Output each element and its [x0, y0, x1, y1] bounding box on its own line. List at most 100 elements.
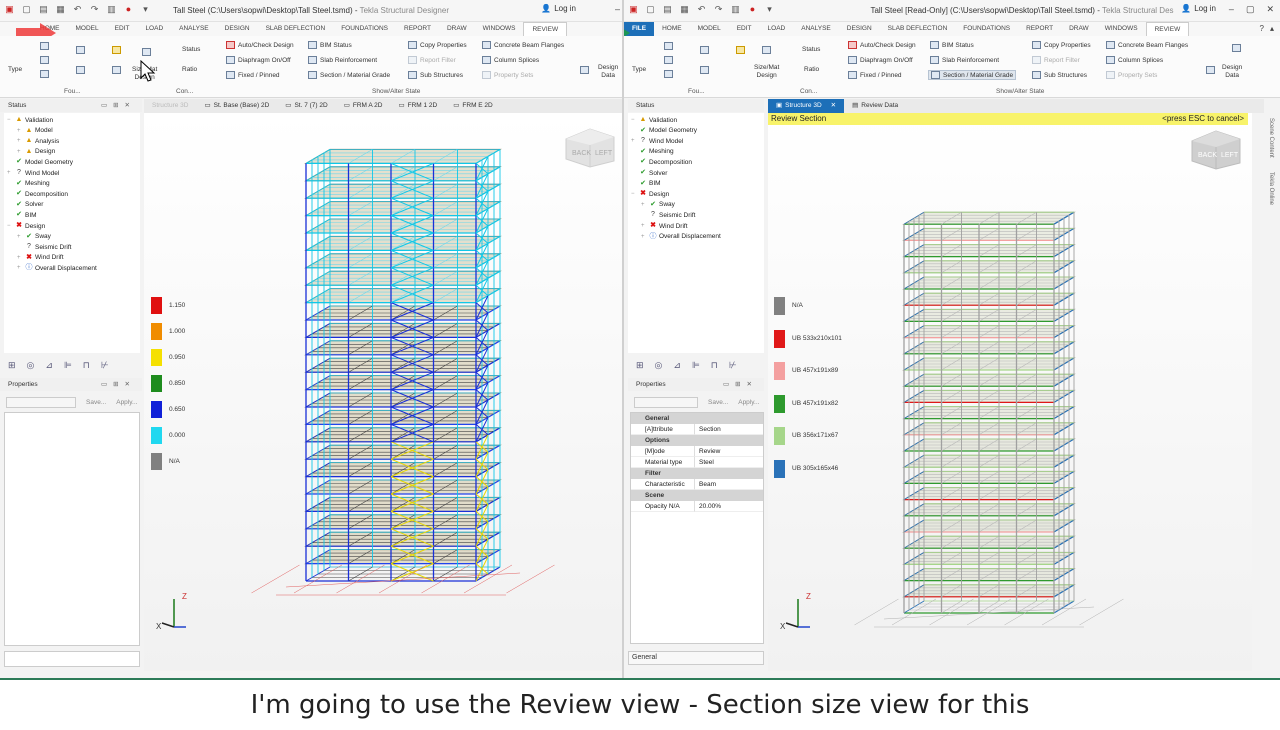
tab-load[interactable]: LOAD [137, 22, 171, 36]
grid-line[interactable] [251, 564, 300, 594]
prop-row-mode[interactable]: [M]ode Review [631, 446, 763, 457]
prop-section-general[interactable]: General [631, 413, 763, 424]
prop-value[interactable]: Review [695, 446, 763, 457]
maximize-icon[interactable]: ▢ [1246, 4, 1255, 15]
bars-icon[interactable] [736, 46, 745, 54]
column-splices-button[interactable]: Column Splices [482, 56, 539, 64]
prop-row-material-type[interactable]: Material type Steel [631, 457, 763, 468]
minimize-icon[interactable]: – [1229, 4, 1234, 15]
tree-node-wind-drift[interactable]: + ✖ Wind Drift [641, 221, 688, 231]
type-button[interactable]: Type [632, 66, 646, 73]
tab-analyse[interactable]: ANALYSE [171, 22, 217, 36]
tab-windows[interactable]: WINDOWS [1097, 22, 1146, 36]
tree-node-solver[interactable]: ✔ Solver [7, 200, 43, 210]
design-data-top-icon[interactable] [1232, 44, 1241, 52]
tree-node-model[interactable]: + ▲ Model [17, 126, 53, 136]
grid-line[interactable] [1004, 598, 1049, 626]
tab-review[interactable]: REVIEW [523, 21, 568, 37]
panel-controls-icon[interactable]: ▭⊞✕ [101, 99, 136, 112]
design-data-button[interactable]: Design Data [598, 64, 618, 80]
tool-icon-4[interactable]: ⊫ [64, 360, 72, 371]
design-data-button[interactable]: Design Data [1222, 64, 1242, 80]
prop-value[interactable]: Steel [695, 457, 763, 468]
design-data-icon[interactable] [1206, 66, 1215, 74]
tab-foundations[interactable]: FOUNDATIONS [333, 22, 396, 36]
tree-node-wind-model[interactable]: +? Wind Model [631, 136, 683, 146]
tree-node-meshing[interactable]: ✔ Meshing [631, 147, 674, 157]
tab-frm-e-2d[interactable]: ▭ FRM E 2D [445, 99, 501, 113]
expand-icon[interactable]: + [7, 170, 13, 176]
grid-line[interactable] [1079, 598, 1124, 626]
type-icon[interactable] [40, 42, 49, 50]
slab-reinforcement-button[interactable]: Slab Reinforcement [930, 56, 999, 64]
expand-icon[interactable]: + [17, 255, 23, 261]
expand-icon[interactable]: + [17, 234, 23, 240]
navigation-cube[interactable]: BACK LEFT [562, 125, 616, 169]
tool-icon-5[interactable]: ⊓ [711, 360, 718, 371]
navcube-left-face[interactable]: LEFT [1221, 152, 1239, 159]
navcube-left-face[interactable]: LEFT [595, 150, 613, 157]
column-splices-button[interactable]: Column Splices [1106, 56, 1163, 64]
sizemat-icon[interactable] [142, 48, 151, 56]
tree-node-wind-drift[interactable]: + ✖ Wind Drift [17, 253, 64, 263]
tool-icon-6[interactable]: ⊬ [729, 360, 737, 371]
save-button[interactable]: Save... [708, 399, 728, 406]
tab-draw[interactable]: DRAW [439, 22, 475, 36]
fixed-pinned-button[interactable]: Fixed / Pinned [848, 71, 902, 79]
tekla-online-tab[interactable]: Tekla Online [1268, 172, 1274, 205]
tree-node-design[interactable]: − ✖ Design [7, 221, 45, 231]
tree-node-overall-displacement[interactable]: + ⓘ Overall Displacement [17, 263, 97, 273]
tab-home[interactable]: HOME [654, 22, 690, 36]
prop-row-opacity[interactable]: Opacity N/A 20.00% [631, 501, 763, 512]
tree-node-validation[interactable]: − ▲ Validation [631, 115, 677, 125]
section-material-grade-button[interactable]: Section / Material Grade [308, 71, 390, 79]
login-button[interactable]: 👤 Log in [541, 4, 576, 13]
expand-icon[interactable]: − [7, 117, 13, 123]
tree-node-analysis[interactable]: + ▲ Analysis [17, 136, 59, 146]
type-icon[interactable] [664, 42, 673, 50]
properties-dropdown[interactable] [634, 396, 698, 408]
navcube-back-face[interactable]: BACK [1198, 152, 1217, 159]
login-button[interactable]: 👤 Log in [1181, 4, 1216, 13]
status-button[interactable]: Status [802, 46, 820, 53]
scene-content-tab[interactable]: Scene Content [1268, 118, 1274, 158]
expand-icon[interactable]: + [641, 223, 647, 229]
tab-load[interactable]: LOAD [760, 22, 794, 36]
tab-report[interactable]: REPORT [1018, 22, 1061, 36]
expand-icon[interactable]: − [631, 117, 637, 123]
tree-node-validation[interactable]: − ▲ Validation [7, 115, 53, 125]
bim-status-button[interactable]: BIM Status [930, 41, 974, 49]
building-model[interactable] [768, 113, 1252, 671]
prop-value[interactable]: Beam [695, 479, 763, 490]
tab-st-7-2d[interactable]: ▭ St. 7 (7) 2D [277, 99, 335, 113]
expand-icon[interactable]: + [17, 138, 23, 144]
grid-line[interactable] [336, 564, 385, 594]
expand-icon[interactable]: + [641, 234, 647, 240]
expand-icon[interactable]: + [17, 265, 23, 271]
property-sets-button[interactable]: Property Sets [1106, 71, 1157, 79]
tree-node-seismic-drift[interactable]: ? Seismic Drift [17, 242, 71, 252]
expand-icon[interactable]: + [17, 128, 23, 134]
fixed-pinned-button[interactable]: Fixed / Pinned [226, 71, 280, 79]
tree-node-wind-model[interactable]: +? Wind Model [7, 168, 59, 178]
tab-review-data[interactable]: ▤ Review Data [844, 99, 906, 113]
prop-section-options[interactable]: Options [631, 435, 763, 446]
prop-section-filter[interactable]: Filter [631, 468, 763, 479]
sub-structures-button[interactable]: Sub Structures [1032, 71, 1087, 79]
grid-line[interactable] [506, 564, 555, 594]
tab-foundations[interactable]: FOUNDATIONS [955, 22, 1018, 36]
help-icon[interactable]: ? [1260, 24, 1264, 33]
foundation-icon[interactable] [76, 46, 85, 54]
save-button[interactable]: Save... [86, 399, 106, 406]
status-button[interactable]: Status [182, 46, 200, 53]
copy-properties-button[interactable]: Copy Properties [1032, 41, 1091, 49]
tool-icon-1[interactable]: ⊞ [636, 360, 644, 371]
expand-icon[interactable]: + [641, 202, 647, 208]
foundation-view-icon[interactable] [700, 66, 709, 74]
panel-controls-icon[interactable]: ▭⊞✕ [101, 378, 136, 391]
navigation-cube[interactable]: BACK LEFT [1188, 127, 1242, 171]
filter-icon[interactable] [664, 56, 673, 64]
prop-section-scene[interactable]: Scene [631, 490, 763, 501]
sizemat-design-button[interactable]: Size/MatDesign [754, 64, 779, 80]
tree-node-seismic-drift[interactable]: ? Seismic Drift [641, 210, 695, 220]
